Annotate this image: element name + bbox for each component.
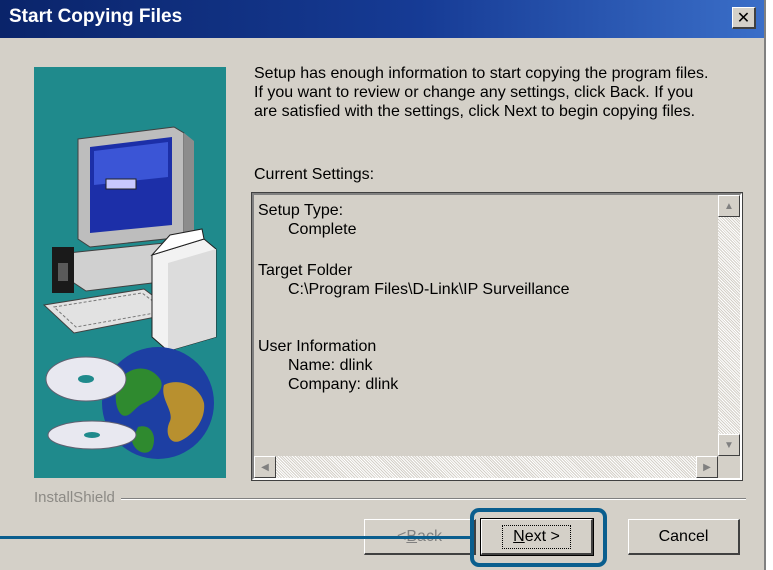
setup-illustration [34, 67, 226, 478]
horizontal-scrollbar[interactable]: ◀ ▶ [254, 456, 718, 478]
setup-description: Setup has enough information to start co… [254, 64, 749, 121]
settings-content: Setup Type: Complete Target Folder C:\Pr… [258, 201, 570, 394]
window-title: Start Copying Files [9, 6, 183, 27]
computer-icon [42, 126, 217, 352]
target-folder-label: Target Folder [258, 262, 353, 279]
description-line: are satisfied with the settings, click N… [254, 103, 696, 120]
setup-type-value: Complete [288, 221, 357, 238]
user-company-line: Company: dlink [288, 376, 399, 393]
arrow-up-icon: ▲ [724, 200, 734, 212]
scroll-right-button[interactable]: ▶ [696, 456, 718, 478]
user-information-label: User Information [258, 338, 377, 355]
scroll-up-button[interactable]: ▲ [718, 195, 740, 217]
setup-dialog: Start Copying Files ✕ Setup has enough i… [0, 0, 766, 570]
title-bar: Start Copying Files ✕ [0, 0, 764, 38]
footer-divider [34, 498, 746, 500]
vertical-scrollbar[interactable]: ▲ ▼ [718, 195, 740, 456]
current-settings-label: Current Settings: [254, 166, 375, 183]
scroll-left-button[interactable]: ◀ [254, 456, 276, 478]
description-line: If you want to review or change any sett… [254, 84, 694, 101]
arrow-down-icon: ▼ [724, 439, 734, 451]
scrollbar-corner [718, 456, 740, 478]
arrow-left-icon: ◀ [261, 461, 269, 473]
callout-pointer-line [0, 536, 471, 539]
next-button-callout [470, 508, 607, 567]
setup-type-label: Setup Type: [258, 202, 344, 219]
close-icon: ✕ [736, 9, 751, 27]
cancel-label: Cancel [658, 527, 709, 545]
arrow-right-icon: ▶ [703, 461, 711, 473]
installshield-brand: InstallShield [34, 489, 121, 506]
close-button[interactable]: ✕ [732, 7, 756, 29]
settings-list-area: Setup Type: Complete Target Folder C:\Pr… [254, 195, 740, 478]
user-name-line: Name: dlink [288, 357, 373, 374]
cancel-button[interactable]: Cancel [628, 519, 740, 555]
target-folder-value: C:\Program Files\D-Link\IP Surveillance [288, 281, 570, 298]
scroll-down-button[interactable]: ▼ [718, 434, 740, 456]
settings-listbox[interactable]: Setup Type: Complete Target Folder C:\Pr… [251, 192, 743, 481]
description-line: Setup has enough information to start co… [254, 65, 709, 82]
